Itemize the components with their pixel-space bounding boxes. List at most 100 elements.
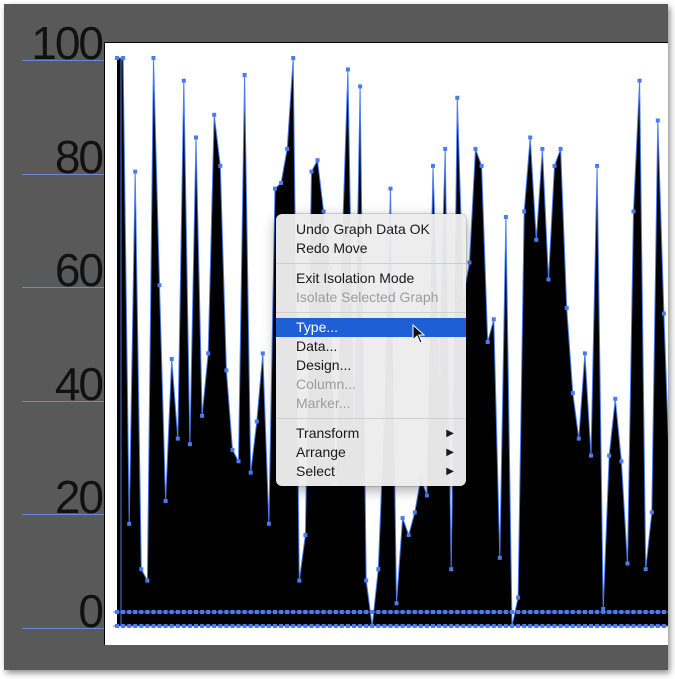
data-point[interactable] [139, 567, 144, 572]
anchor-point[interactable] [364, 624, 369, 628]
anchor-point[interactable] [461, 610, 466, 614]
anchor-point[interactable] [552, 610, 557, 614]
data-point[interactable] [582, 351, 587, 356]
data-point[interactable] [364, 578, 369, 583]
data-point[interactable] [613, 396, 618, 401]
anchor-point[interactable] [224, 610, 229, 614]
anchor-point[interactable] [127, 624, 132, 628]
anchor-point[interactable] [510, 624, 514, 628]
anchor-point[interactable] [127, 610, 132, 614]
anchor-point[interactable] [473, 624, 478, 628]
anchor-point[interactable] [655, 624, 660, 628]
data-point[interactable] [649, 510, 654, 515]
anchor-point[interactable] [595, 624, 600, 628]
anchor-point[interactable] [163, 624, 168, 628]
anchor-point[interactable] [582, 624, 587, 628]
anchor-point[interactable] [613, 610, 618, 614]
anchor-point[interactable] [437, 624, 442, 628]
anchor-point[interactable] [339, 624, 344, 628]
anchor-point[interactable] [333, 610, 338, 614]
anchor-point[interactable] [187, 624, 192, 628]
anchor-point[interactable] [303, 610, 308, 614]
data-point[interactable] [491, 317, 496, 322]
anchor-point[interactable] [497, 624, 502, 628]
anchor-point[interactable] [145, 624, 150, 628]
anchor-point[interactable] [303, 624, 308, 628]
data-point[interactable] [528, 135, 533, 140]
anchor-point[interactable] [358, 610, 363, 614]
anchor-point[interactable] [382, 610, 387, 614]
data-point[interactable] [455, 95, 460, 100]
anchor-point[interactable] [625, 610, 630, 614]
data-point[interactable] [576, 436, 581, 441]
anchor-point[interactable] [449, 624, 454, 628]
anchor-point[interactable] [649, 624, 654, 628]
data-point[interactable] [589, 453, 593, 458]
anchor-point[interactable] [564, 624, 569, 628]
anchor-point[interactable] [601, 624, 606, 628]
data-point[interactable] [181, 78, 186, 83]
data-point[interactable] [127, 521, 132, 526]
anchor-point[interactable] [254, 624, 259, 628]
anchor-point[interactable] [485, 610, 490, 614]
anchor-point[interactable] [418, 624, 423, 628]
anchor-point[interactable] [406, 624, 411, 628]
data-point[interactable] [661, 311, 666, 316]
anchor-point[interactable] [558, 610, 563, 614]
anchor-point[interactable] [279, 624, 284, 628]
anchor-point[interactable] [510, 610, 514, 614]
anchor-point[interactable] [175, 610, 180, 614]
anchor-point[interactable] [212, 610, 217, 614]
anchor-point[interactable] [327, 610, 332, 614]
anchor-point[interactable] [619, 624, 624, 628]
data-point[interactable] [248, 470, 253, 475]
menu-item-redo-move[interactable]: Redo Move [276, 239, 466, 258]
anchor-point[interactable] [139, 610, 144, 614]
data-point[interactable] [194, 135, 198, 140]
data-point[interactable] [260, 351, 265, 356]
anchor-point[interactable] [461, 624, 466, 628]
data-point[interactable] [315, 158, 320, 163]
anchor-point[interactable] [589, 610, 593, 614]
anchor-point[interactable] [534, 624, 539, 628]
menu-item-select[interactable]: Select ▶ [276, 462, 466, 481]
data-point[interactable] [151, 56, 156, 60]
anchor-point[interactable] [194, 624, 198, 628]
anchor-point[interactable] [291, 624, 296, 628]
anchor-point[interactable] [218, 610, 223, 614]
anchor-point[interactable] [115, 610, 119, 614]
anchor-point[interactable] [388, 610, 393, 614]
anchor-point[interactable] [169, 624, 174, 628]
anchor-point[interactable] [418, 610, 423, 614]
data-point[interactable] [133, 169, 138, 174]
anchor-point[interactable] [370, 624, 375, 628]
anchor-point[interactable] [309, 624, 314, 628]
data-point[interactable] [400, 516, 405, 521]
anchor-point[interactable] [619, 610, 624, 614]
anchor-point[interactable] [181, 610, 186, 614]
data-point[interactable] [297, 578, 302, 583]
anchor-point[interactable] [589, 624, 593, 628]
anchor-point[interactable] [145, 610, 150, 614]
anchor-point[interactable] [595, 610, 600, 614]
anchor-point[interactable] [558, 624, 563, 628]
anchor-point[interactable] [151, 610, 156, 614]
data-point[interactable] [254, 419, 259, 424]
anchor-point[interactable] [412, 624, 417, 628]
data-point[interactable] [595, 163, 600, 168]
anchor-point[interactable] [503, 624, 508, 628]
data-point[interactable] [655, 118, 660, 123]
anchor-point[interactable] [601, 610, 606, 614]
menu-item-exit-isolation-mode[interactable]: Exit Isolation Mode [276, 269, 466, 288]
data-point[interactable] [540, 146, 545, 151]
anchor-point[interactable] [631, 624, 636, 628]
data-point[interactable] [266, 521, 271, 526]
menu-item-type[interactable]: Type... [276, 318, 466, 337]
anchor-point[interactable] [546, 624, 551, 628]
anchor-point[interactable] [607, 610, 612, 614]
anchor-point[interactable] [528, 610, 533, 614]
anchor-point[interactable] [443, 624, 448, 628]
anchor-point[interactable] [503, 610, 508, 614]
anchor-point[interactable] [285, 624, 290, 628]
data-point[interactable] [412, 510, 417, 515]
